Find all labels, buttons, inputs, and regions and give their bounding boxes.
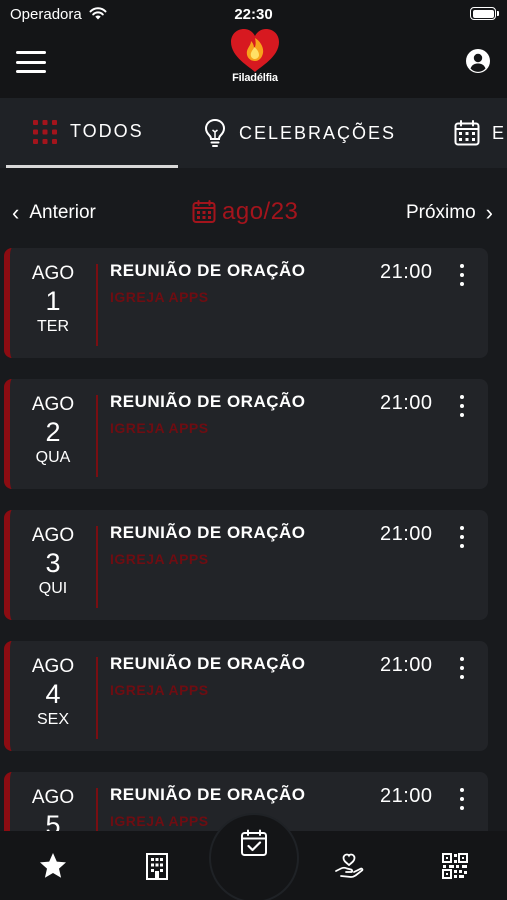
event-divider <box>96 526 98 608</box>
event-date: AGO 5 <box>10 784 96 831</box>
event-month: AGO <box>31 656 75 677</box>
event-weekday: QUA <box>35 449 71 466</box>
event-divider <box>96 264 98 346</box>
hand-heart-icon <box>335 853 364 878</box>
event-time: 21:00 <box>380 654 433 676</box>
event-day: 1 <box>45 286 61 316</box>
chevron-right-icon: › <box>485 200 493 225</box>
event-divider <box>96 657 98 739</box>
event-time: 21:00 <box>380 785 433 807</box>
menu-icon-line <box>16 60 46 64</box>
event-month: AGO <box>31 787 75 808</box>
event-time: 21:00 <box>380 392 433 414</box>
event-title: REUNIÃO DE ORAÇÃO <box>110 654 306 673</box>
event-month: AGO <box>31 394 75 415</box>
tab-eventos[interactable]: E <box>454 98 506 168</box>
tab-todos-label: TODOS <box>70 121 144 141</box>
qr-code-icon <box>442 853 468 879</box>
bottom-navigation <box>0 813 507 900</box>
event-date: AGO 1 TER <box>10 260 96 346</box>
event-subtitle: IGREJA APPS <box>110 813 209 829</box>
event-card[interactable]: AGO 3 QUI REUNIÃO DE ORAÇÃO IGREJA APPS … <box>4 510 488 620</box>
event-divider <box>96 788 98 831</box>
nav-qr[interactable] <box>438 849 472 883</box>
logo-text: Filadélfia <box>232 72 278 84</box>
calendar-icon <box>454 120 480 146</box>
nav-church[interactable] <box>140 849 174 883</box>
more-options-icon[interactable] <box>458 657 466 679</box>
next-label: Próximo <box>405 202 476 223</box>
next-month-button[interactable]: Próximo › <box>406 200 493 226</box>
menu-button[interactable] <box>16 51 46 73</box>
event-subtitle: IGREJA APPS <box>110 420 209 436</box>
event-date: AGO 2 QUA <box>10 391 96 477</box>
app-header: Filadélfia <box>0 28 507 98</box>
event-month: AGO <box>31 263 75 284</box>
menu-icon-line <box>16 70 46 73</box>
nav-agenda[interactable] <box>237 826 271 860</box>
event-weekday: TER <box>37 318 69 335</box>
status-bar: Operadora 22:30 <box>0 0 507 28</box>
more-options-icon[interactable] <box>458 526 466 548</box>
event-time: 21:00 <box>380 261 433 283</box>
event-month: AGO <box>31 525 75 546</box>
nav-donations[interactable] <box>332 849 366 883</box>
event-time: 21:00 <box>380 523 433 545</box>
event-subtitle: IGREJA APPS <box>110 682 209 698</box>
current-month-label: ago/23 <box>222 198 299 225</box>
tab-celebracoes[interactable]: CELEBRAÇÕES <box>203 98 396 168</box>
tab-celebracoes-label: CELEBRAÇÕES <box>239 122 397 143</box>
event-subtitle: IGREJA APPS <box>110 289 209 305</box>
more-options-icon[interactable] <box>458 264 466 286</box>
event-list: AGO 1 TER REUNIÃO DE ORAÇÃO IGREJA APPS … <box>0 248 507 831</box>
event-date: AGO 4 SEX <box>10 653 96 739</box>
flame-heart-icon <box>231 29 279 72</box>
event-day: 3 <box>45 548 61 578</box>
event-day: 5 <box>45 810 61 831</box>
more-options-icon[interactable] <box>458 788 466 810</box>
event-title: REUNIÃO DE ORAÇÃO <box>110 392 306 411</box>
chevron-left-icon: ‹ <box>12 200 20 225</box>
calendar-check-icon <box>241 829 267 856</box>
current-month-picker[interactable]: ago/23 <box>192 198 298 226</box>
event-date: AGO 3 QUI <box>10 522 96 608</box>
nav-favorites[interactable] <box>36 849 70 883</box>
app-logo: Filadélfia <box>225 28 285 98</box>
event-card[interactable]: AGO 4 SEX REUNIÃO DE ORAÇÃO IGREJA APPS … <box>4 641 488 751</box>
month-navigation: ‹ Anterior ago/23 Próximo › <box>0 192 507 232</box>
tab-eventos-label: E <box>492 122 507 143</box>
previous-label: Anterior <box>29 202 96 223</box>
grid-dots-icon <box>33 119 57 144</box>
event-title: REUNIÃO DE ORAÇÃO <box>110 785 306 804</box>
battery-icon <box>470 7 499 20</box>
event-weekday: QUI <box>38 580 68 597</box>
event-title: REUNIÃO DE ORAÇÃO <box>110 523 306 542</box>
event-divider <box>96 395 98 477</box>
event-subtitle: IGREJA APPS <box>110 551 209 567</box>
event-card[interactable]: AGO 2 QUA REUNIÃO DE ORAÇÃO IGREJA APPS … <box>4 379 488 489</box>
previous-month-button[interactable]: ‹ Anterior <box>12 200 96 226</box>
calendar-icon <box>192 200 216 223</box>
category-tabs: TODOS CELEBRAÇÕES E <box>0 98 507 168</box>
event-card[interactable]: AGO 1 TER REUNIÃO DE ORAÇÃO IGREJA APPS … <box>4 248 488 358</box>
profile-icon[interactable] <box>465 48 491 74</box>
menu-icon-line <box>16 51 46 54</box>
event-day: 2 <box>45 417 61 447</box>
event-weekday: SEX <box>36 711 69 728</box>
building-icon <box>146 853 168 880</box>
lightbulb-icon <box>204 118 226 147</box>
tab-todos[interactable]: TODOS <box>6 98 178 168</box>
event-title: REUNIÃO DE ORAÇÃO <box>110 261 306 280</box>
clock: 22:30 <box>234 6 273 23</box>
more-options-icon[interactable] <box>458 395 466 417</box>
event-day: 4 <box>45 679 61 709</box>
star-icon <box>40 853 66 878</box>
